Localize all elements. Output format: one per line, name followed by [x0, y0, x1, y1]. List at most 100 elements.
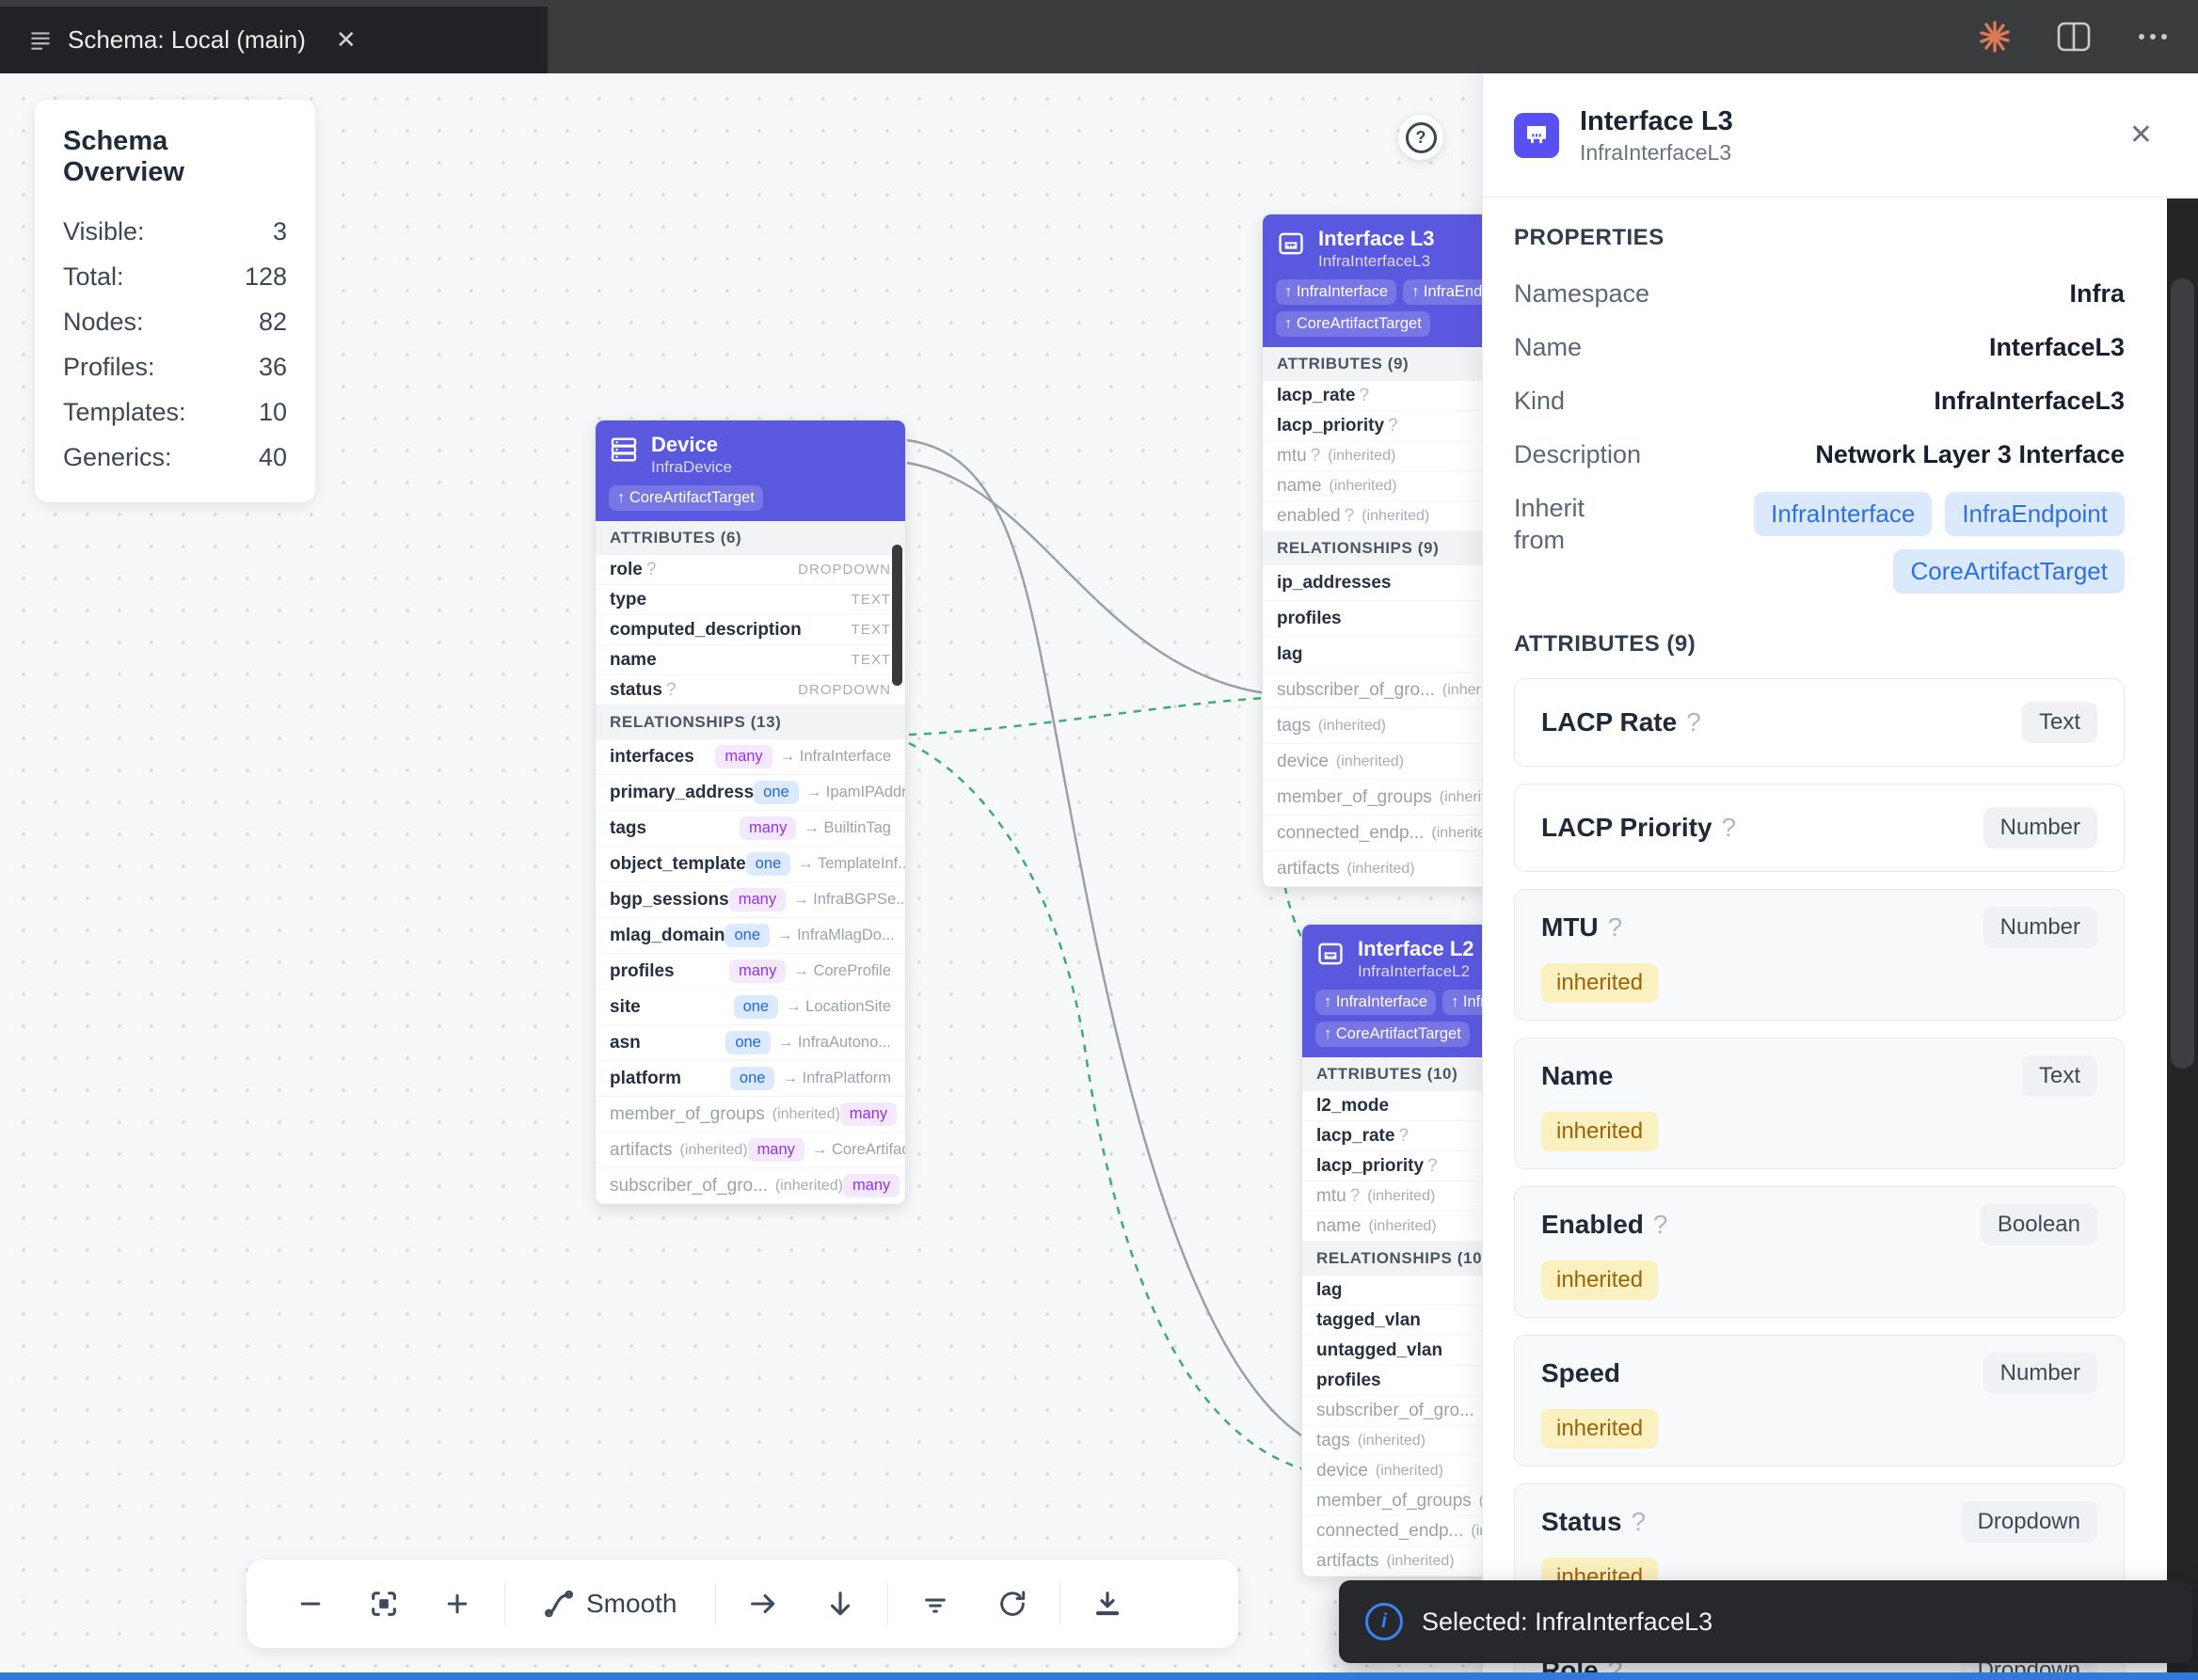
type-badge: Number — [1983, 1353, 2097, 1394]
rel-row[interactable]: mlag_domainone→ InfraMlagDo... — [596, 918, 905, 954]
device-node-header[interactable]: Device InfraDevice ↑ CoreArtifactTarget — [596, 420, 905, 521]
inherit-badge[interactable]: ↑ CoreArtifactTarget — [1315, 1022, 1470, 1047]
node-title: Interface L3 — [1318, 227, 1435, 251]
fit-view-button[interactable] — [361, 1581, 406, 1626]
ethernet-port-icon — [1522, 121, 1551, 150]
rel-row[interactable]: subscriber_of_gro...(inherited)many→ Cor… — [596, 1168, 905, 1204]
attr-row[interactable]: computed_descriptionTEXT — [596, 615, 905, 645]
attribute-card-lacp-rate[interactable]: LACP Rate?Text — [1514, 678, 2125, 767]
rel-row[interactable]: siteone→ LocationSite — [596, 990, 905, 1025]
type-badge: Number — [1983, 807, 2097, 848]
node-scrollbar[interactable] — [892, 545, 902, 686]
rel-row[interactable]: artifacts(inherited)many→ CoreArtifact — [596, 1133, 905, 1168]
panel-scrollbar-thumb[interactable] — [2171, 278, 2194, 1069]
attr-row[interactable]: nameTEXT — [596, 645, 905, 675]
zoom-in-button[interactable] — [435, 1581, 480, 1626]
tab-close-icon[interactable]: ✕ — [330, 24, 362, 56]
panel-kind: InfraInterfaceL3 — [1580, 138, 2122, 166]
split-panel-icon[interactable] — [2053, 16, 2094, 57]
node-title: Device — [651, 433, 732, 457]
zoom-out-button[interactable] — [288, 1581, 333, 1626]
inherited-badge: inherited — [1541, 963, 1658, 1003]
node-kind: InfraInterfaceL3 — [1318, 251, 1435, 271]
type-badge: Text — [2022, 702, 2097, 743]
attribute-card-speed[interactable]: SpeedNumber inherited — [1514, 1335, 2125, 1466]
inherit-from-badge[interactable]: CoreArtifactTarget — [1893, 549, 2125, 594]
prop-row-namespace: NamespaceInfra — [1514, 277, 2125, 309]
schema-list-icon — [28, 28, 53, 53]
info-icon: i — [1365, 1603, 1403, 1640]
smooth-edges-button[interactable]: Smooth — [530, 1580, 691, 1627]
node-title: Interface L2 — [1358, 937, 1474, 961]
attr-row[interactable]: role?DROPDOWN — [596, 555, 905, 585]
inherit-badge[interactable]: ↑ CoreArtifactTarget — [1276, 311, 1430, 337]
overview-row-nodes: Nodes:82 — [63, 299, 287, 344]
tab-schema-local-main[interactable]: Schema: Local (main) ✕ — [0, 7, 548, 73]
attribute-card-lacp-priority[interactable]: LACP Priority?Number — [1514, 784, 2125, 872]
app-logo-starburst-icon[interactable] — [1974, 16, 2015, 57]
panel-close-icon[interactable]: ✕ — [2122, 115, 2160, 155]
window-bottom-accent-bar — [0, 1672, 2198, 1680]
spline-icon — [543, 1588, 575, 1620]
rel-row[interactable]: asnone→ InfraAutono... — [596, 1025, 905, 1061]
rel-row[interactable]: primary_addressone→ IpamIPAddr... — [596, 775, 905, 811]
toast-text: Selected: InfraInterfaceL3 — [1422, 1608, 1712, 1637]
schema-overview-card: Schema Overview Visible:3 Total:128 Node… — [35, 100, 315, 502]
prop-row-name: NameInterfaceL3 — [1514, 331, 2125, 363]
download-button[interactable] — [1085, 1581, 1130, 1626]
rel-row[interactable]: tagsmany→ BuiltinTag — [596, 811, 905, 847]
interface-icon-tile — [1514, 113, 1559, 158]
rel-row[interactable]: bgp_sessionsmany→ InfraBGPSe... — [596, 882, 905, 918]
help-button[interactable]: ? — [1398, 115, 1443, 160]
toolbar-divider — [887, 1582, 888, 1625]
refresh-button[interactable] — [990, 1581, 1035, 1626]
properties-heading: PROPERTIES — [1514, 225, 2125, 251]
inherit-from-badge[interactable]: InfraEndpoint — [1945, 492, 2125, 536]
panel-body: PROPERTIES NamespaceInfra NameInterfaceL… — [1483, 198, 2168, 1680]
edge-device-l2 — [907, 440, 1304, 1437]
selection-toast: i Selected: InfraInterfaceL3 — [1339, 1580, 2192, 1663]
toolbar-divider — [504, 1582, 505, 1625]
attr-row[interactable]: status?DROPDOWN — [596, 675, 905, 705]
tab-title: Schema: Local (main) — [68, 25, 306, 55]
window-titlebar: Schema: Local (main) ✕ — [0, 0, 2198, 73]
node-kind: InfraDevice — [651, 457, 732, 477]
attributes-heading: ATTRIBUTES (9) — [1514, 631, 2125, 658]
rel-row[interactable]: object_templateone→ TemplateInf... — [596, 847, 905, 882]
rel-row[interactable]: profilesmany→ CoreProfile — [596, 954, 905, 990]
panel-scrollbar-track[interactable] — [2167, 198, 2198, 1680]
rel-row[interactable]: platformone→ InfraPlatform — [596, 1061, 905, 1097]
inherited-badge: inherited — [1541, 1409, 1658, 1449]
prop-row-kind: KindInfraInterfaceL3 — [1514, 385, 2125, 417]
attr-row[interactable]: typeTEXT — [596, 585, 905, 615]
edge-interfaces-l3 — [909, 698, 1266, 735]
overview-row-visible: Visible:3 — [63, 209, 287, 254]
edge-interfaces-l2 — [909, 743, 1304, 1469]
inherit-badge[interactable]: ↑ InfraInterface — [1315, 990, 1436, 1015]
toolbar-divider — [715, 1582, 716, 1625]
attribute-card-name[interactable]: NameText inherited — [1514, 1038, 2125, 1169]
attribute-card-enabled[interactable]: Enabled?Boolean inherited — [1514, 1186, 2125, 1318]
overview-row-profiles: Profiles:36 — [63, 344, 287, 389]
inherit-badge[interactable]: ↑ InfraInterface — [1276, 279, 1396, 305]
layout-vertical-button[interactable] — [818, 1581, 863, 1626]
overview-title: Schema Overview — [63, 126, 287, 188]
layout-horizontal-button[interactable] — [741, 1581, 786, 1626]
canvas-toolbar: Smooth — [247, 1560, 1238, 1648]
node-device[interactable]: Device InfraDevice ↑ CoreArtifactTarget … — [595, 420, 906, 1205]
rel-row[interactable]: member_of_groups(inherited)many→ CoreGro… — [596, 1097, 905, 1133]
toolbar-divider — [1059, 1582, 1060, 1625]
type-badge: Dropdown — [1961, 1501, 2097, 1543]
inherit-from-badge[interactable]: InfraInterface — [1754, 492, 1932, 536]
relationships-section-header: RELATIONSHIPS (13) — [596, 705, 905, 739]
filter-button[interactable] — [913, 1581, 958, 1626]
smooth-label: Smooth — [586, 1589, 677, 1619]
details-panel: Interface L3 InfraInterfaceL3 ✕ PROPERTI… — [1482, 73, 2198, 1680]
more-options-icon[interactable] — [2132, 16, 2174, 57]
rel-row[interactable]: interfacesmany→ InfraInterface — [596, 739, 905, 775]
inherit-badge[interactable]: ↑ CoreArtifactTarget — [609, 485, 763, 511]
type-badge: Text — [2022, 1055, 2097, 1097]
question-icon: ? — [1406, 122, 1437, 153]
attribute-card-mtu[interactable]: MTU?Number inherited — [1514, 889, 2125, 1021]
inherited-badge: inherited — [1541, 1260, 1658, 1300]
